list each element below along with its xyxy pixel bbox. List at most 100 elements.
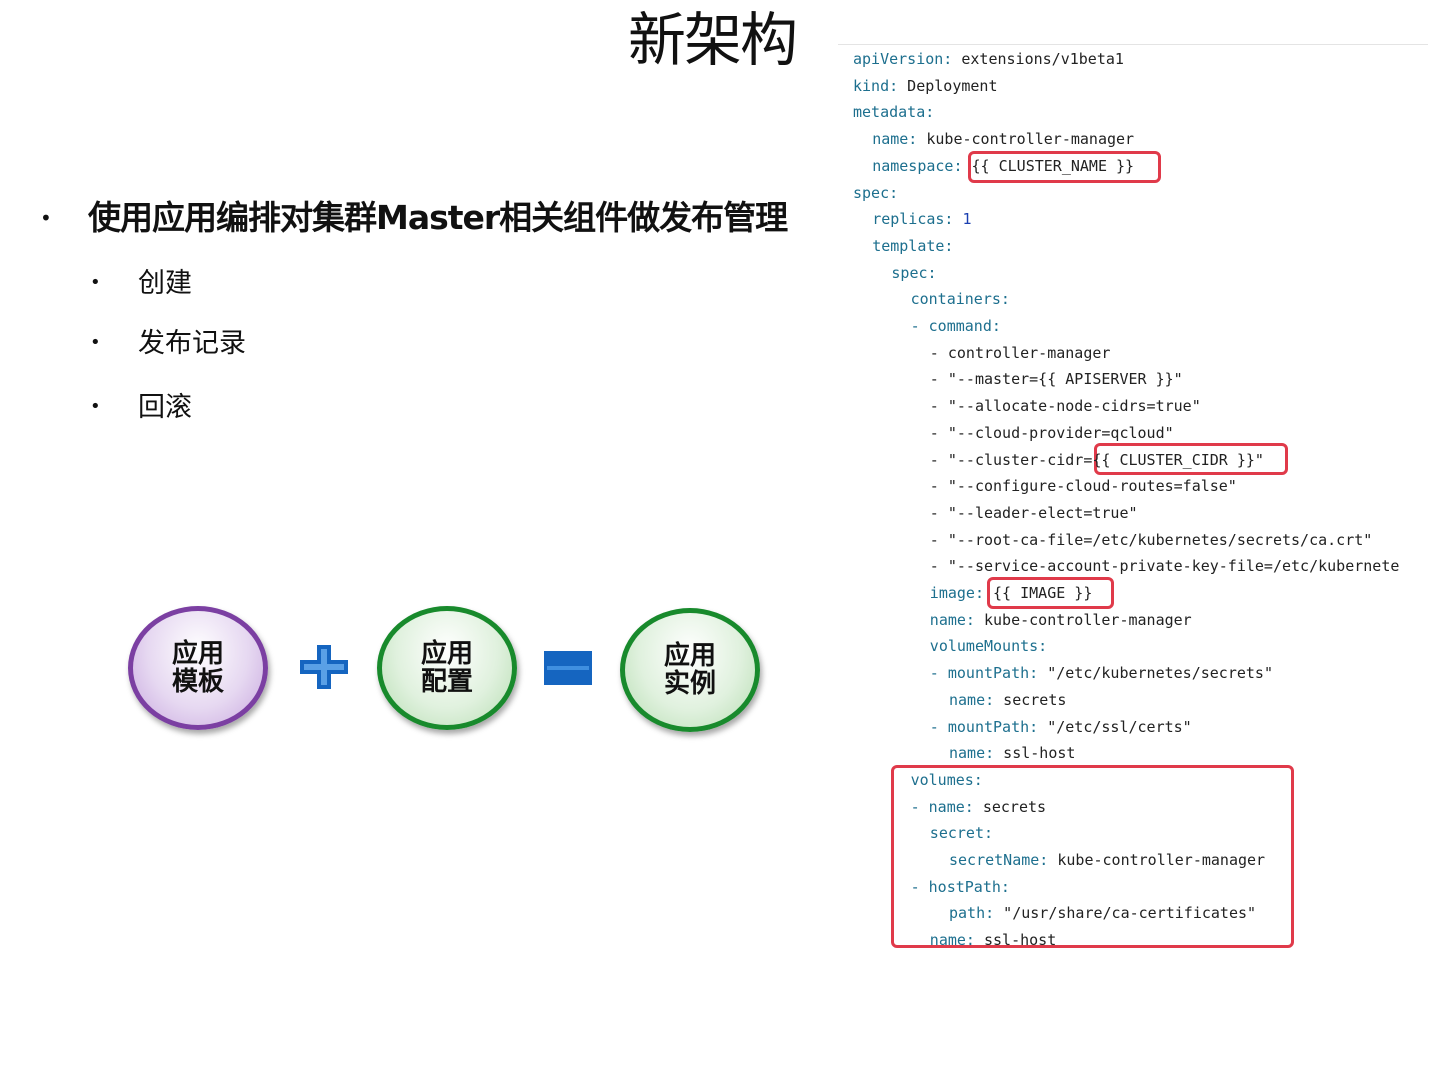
code-value: secrets (973, 797, 1047, 816)
code-line: - command: (911, 313, 1001, 339)
code-line: - "--configure-cloud-routes=false" (930, 473, 1237, 499)
yaml-code-panel: apiVersion: extensions/v1beta1 kind: Depl… (838, 44, 1428, 950)
code-value: - "--leader-elect=true" (929, 503, 1138, 522)
code-key: image: (929, 584, 984, 602)
code-value: kube-controller-manager (917, 130, 1135, 149)
slide-title: 新架构 (628, 6, 798, 74)
code-value: - "--service-account-private-key-file=/e… (929, 557, 1400, 576)
bullet-dot: • (90, 332, 101, 353)
code-key: namespace: (872, 156, 963, 175)
code-line: - mountPath: "/etc/kubernetes/secrets" (930, 660, 1273, 686)
code-key: containers: (910, 290, 1010, 309)
code-value: - "--root-ca-file=/etc/kubernetes/secret… (929, 530, 1373, 549)
sub-bullet-rollback: • 回滚 (90, 390, 390, 430)
code-value: kube-controller-manager (1048, 851, 1266, 869)
code-line: metadata: (853, 99, 934, 125)
code-value: - "--allocate-node-cidrs=true" (929, 397, 1201, 416)
code-value: 1 (953, 210, 972, 229)
circle-line: 配置 (420, 667, 473, 697)
code-key: path: (949, 904, 995, 923)
app-instance-circle: 应用 实例 (620, 608, 760, 732)
code-key: - hostPath: (910, 877, 1010, 896)
sub-bullet-release-history: • 发布记录 (90, 326, 390, 366)
sub-bullet-text: 发布记录 (138, 328, 246, 359)
code-key: volumes: (910, 770, 983, 789)
circle-line: 实例 (663, 669, 716, 699)
bullet-dot: • (40, 206, 52, 230)
code-value: {{ IMAGE }} (983, 584, 1093, 602)
code-value: extensions/v1beta1 (952, 50, 1124, 68)
code-key: metadata: (853, 103, 935, 122)
code-line: spec: (853, 180, 898, 206)
code-line: template: (872, 233, 953, 259)
code-line: secretName: kube-controller-manager (949, 847, 1265, 873)
plus-icon (300, 645, 348, 689)
equals-icon (544, 651, 592, 685)
code-key: secret: (929, 824, 994, 843)
code-key: name: (949, 744, 995, 763)
bullet-dot: • (90, 396, 101, 417)
code-line: spec: (891, 260, 936, 286)
code-line: name: kube-controller-manager (872, 126, 1134, 152)
code-key: - name: (910, 797, 974, 816)
code-value: - "--master={{ APISERVER }}" (929, 370, 1183, 389)
code-line: secret: (930, 820, 993, 846)
sub-bullet-text: 回滚 (138, 392, 192, 423)
code-key: - mountPath: (929, 717, 1039, 736)
code-value: ssl-host (974, 931, 1057, 950)
code-line: name: kube-controller-manager (930, 607, 1192, 633)
sub-bullet-text: 创建 (138, 268, 192, 299)
code-line: namespace: {{ CLUSTER_NAME }} (872, 153, 1134, 179)
code-value: - "--cluster-cidr={{ CLUSTER_CIDR }}" (929, 450, 1264, 469)
code-line: volumes: (911, 767, 983, 793)
code-line: name: ssl-host (949, 740, 1075, 766)
sub-bullet-create: • 创建 (90, 266, 390, 306)
code-value: - "--cloud-provider=qcloud" (929, 423, 1174, 442)
code-value: secrets (994, 690, 1067, 709)
code-line: - hostPath: (911, 874, 1010, 900)
circle-line: 应用 (171, 639, 224, 669)
code-key: secretName: (949, 851, 1049, 869)
code-line: - name: secrets (911, 794, 1046, 820)
code-value: kube-controller-manager (974, 610, 1192, 629)
code-key: replicas: (872, 210, 954, 229)
code-line: - mountPath: "/etc/ssl/certs" (930, 714, 1192, 740)
code-key: name: (929, 610, 975, 629)
code-value: ssl-host (994, 744, 1076, 763)
code-line: volumeMounts: (930, 633, 1047, 659)
code-key: kind: (853, 76, 899, 95)
code-value: {{ CLUSTER_NAME }} (962, 156, 1135, 175)
code-key: spec: (891, 263, 937, 282)
main-bullet: • 使用应用编排对集群Master相关组件做发布管理 (40, 196, 830, 244)
code-line: - "--cloud-provider=qcloud" (930, 420, 1174, 446)
code-line: name: ssl-host (930, 927, 1056, 950)
code-value: - "--configure-cloud-routes=false" (929, 477, 1237, 496)
code-key: apiVersion: (853, 50, 953, 68)
code-line: - "--cluster-cidr={{ CLUSTER_CIDR }}" (930, 447, 1264, 473)
code-key: name: (872, 130, 918, 149)
code-line: containers: (911, 286, 1010, 312)
code-line: - "--service-account-private-key-file=/e… (930, 553, 1400, 579)
code-line: image: {{ IMAGE }} (930, 580, 1093, 606)
code-value: - controller-manager (929, 343, 1111, 362)
code-value: "/etc/ssl/certs" (1038, 717, 1192, 736)
code-value: "/etc/kubernetes/secrets" (1038, 664, 1273, 683)
code-line: path: "/usr/share/ca-certificates" (949, 900, 1256, 926)
app-template-circle: 应用 模板 (128, 606, 268, 730)
code-line: - controller-manager (930, 340, 1111, 366)
code-key: volumeMounts: (929, 637, 1048, 656)
circle-line: 应用 (420, 639, 473, 669)
code-key: name: (929, 931, 975, 950)
code-line: - "--master={{ APISERVER }}" (930, 366, 1183, 392)
code-line: apiVersion: extensions/v1beta1 (853, 46, 1124, 72)
code-value: Deployment (898, 76, 998, 95)
bullet-dot: • (90, 272, 101, 293)
app-config-circle: 应用 配置 (377, 606, 517, 730)
circle-line: 应用 (663, 641, 716, 671)
code-line: - "--root-ca-file=/etc/kubernetes/secret… (930, 527, 1373, 553)
code-line: name: secrets (949, 687, 1066, 713)
code-key: name: (949, 690, 995, 709)
code-line: kind: Deployment (853, 73, 998, 99)
code-line: - "--leader-elect=true" (930, 500, 1138, 526)
code-line: replicas: 1 (872, 206, 971, 232)
